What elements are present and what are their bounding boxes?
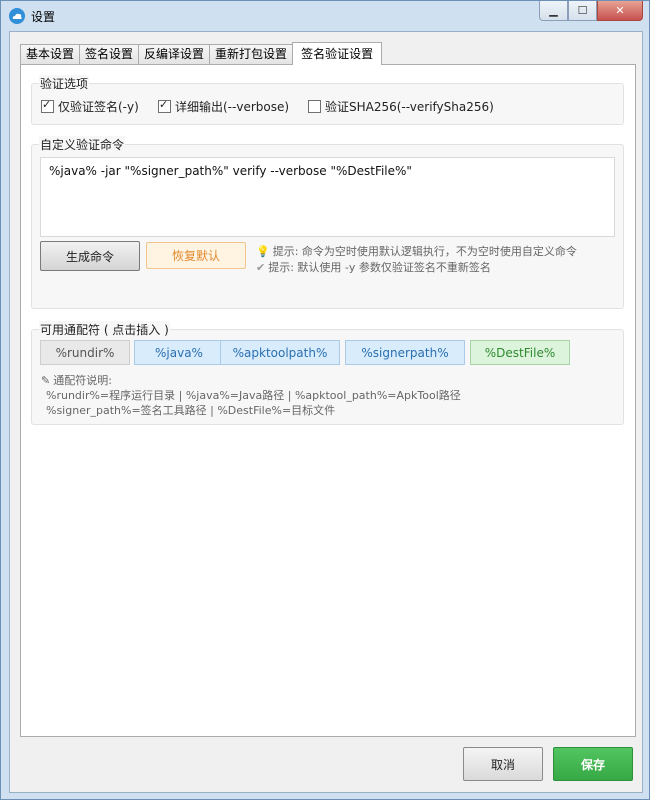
checkbox-unchecked-icon — [308, 100, 321, 113]
dialog-client-area: 基本设置 签名设置 反编译设置 重新打包设置 签名验证设置 验证选项 仅验证签名… — [9, 31, 643, 793]
checkbox-checked-icon — [158, 98, 171, 113]
cancel-label: 取消 — [490, 757, 515, 772]
window-title: 设置 — [31, 10, 56, 24]
tab-signature-verify-settings[interactable]: 签名验证设置 — [292, 42, 383, 65]
tab-basic-settings[interactable]: 基本设置 — [20, 44, 81, 64]
verify-options-title: 验证选项 — [39, 75, 90, 92]
tab-signing-settings[interactable]: 签名设置 — [79, 44, 140, 64]
custom-command-value: %java% -jar "%signer_path%" verify --ver… — [49, 164, 412, 178]
wildcard-legend-title: 通配符说明: — [53, 374, 112, 387]
custom-command-textarea[interactable]: %java% -jar "%signer_path%" verify --ver… — [40, 157, 615, 237]
wildcard-chip-java[interactable]: %java% — [134, 340, 224, 365]
verify-only-label: 仅验证签名(-y) — [58, 100, 139, 114]
verify-options-group: 验证选项 仅验证签名(-y) 详细输出(--verbose) 验证SHA256(… — [31, 75, 624, 125]
cancel-button[interactable]: 取消 — [463, 747, 543, 781]
wildcard-legend-line-2: %signer_path%=签名工具路径 | %DestFile%=目标文件 — [46, 404, 336, 417]
restore-default-label: 恢复默认 — [171, 249, 220, 263]
check-hint-icon: ✔ — [256, 260, 266, 274]
wildcards-title: 可用通配符 ( 点击插入 ) — [39, 321, 170, 338]
wildcard-chip-rundir[interactable]: %rundir% — [40, 340, 130, 365]
restore-default-button[interactable]: 恢复默认 — [146, 242, 246, 269]
cloud-app-icon — [9, 8, 25, 24]
tab-panel: 验证选项 仅验证签名(-y) 详细输出(--verbose) 验证SHA256(… — [20, 64, 636, 737]
title-bar[interactable]: 设置 ▁ ☐ ✕ — [1, 1, 649, 31]
wildcard-legend-line-1: %rundir%=程序运行目录 | %java%=Java路径 | %apkto… — [46, 389, 461, 402]
window-controls: ▁ ☐ ✕ — [539, 1, 643, 21]
maximize-button[interactable]: ☐ — [568, 1, 597, 21]
save-label: 保存 — [580, 757, 605, 772]
tab-repack-settings[interactable]: 重新打包设置 — [209, 44, 294, 64]
tab-strip: 基本设置 签名设置 反编译设置 重新打包设置 签名验证设置 — [20, 42, 383, 65]
minimize-icon: ▁ — [549, 4, 558, 17]
close-button[interactable]: ✕ — [597, 1, 643, 21]
verbose-checkbox[interactable]: 详细输出(--verbose) — [158, 98, 289, 115]
lightbulb-icon: 💡 — [256, 244, 270, 258]
verify-sha256-label: 验证SHA256(--verifySha256) — [325, 100, 494, 114]
edit-note-icon: ✎ — [41, 373, 51, 387]
hint-default-y: ✔ 提示: 默认使用 -y 参数仅验证签名不重新签名 — [256, 259, 491, 275]
hint-default-y-text: 提示: 默认使用 -y 参数仅验证签名不重新签名 — [268, 261, 491, 274]
verbose-label: 详细输出(--verbose) — [175, 100, 290, 114]
generate-command-button[interactable]: 生成命令 — [40, 241, 140, 271]
save-button[interactable]: 保存 — [553, 747, 633, 781]
generate-command-label: 生成命令 — [65, 249, 114, 264]
minimize-button[interactable]: ▁ — [539, 1, 568, 21]
wildcards-group: 可用通配符 ( 点击插入 ) %rundir% %java% %apktoolp… — [31, 321, 624, 425]
custom-command-title: 自定义验证命令 — [39, 136, 126, 153]
tab-decompile-settings[interactable]: 反编译设置 — [138, 44, 211, 64]
hint-empty-command-text: 提示: 命令为空时使用默认逻辑执行，不为空时使用自定义命令 — [272, 245, 577, 258]
wildcard-chip-apktoolpath[interactable]: %apktoolpath% — [220, 340, 340, 365]
custom-command-group: 自定义验证命令 %java% -jar "%signer_path%" veri… — [31, 136, 624, 309]
wildcard-chip-destfile[interactable]: %DestFile% — [470, 340, 570, 365]
hint-empty-command: 💡 提示: 命令为空时使用默认逻辑执行，不为空时使用自定义命令 — [256, 243, 577, 259]
wildcard-legend-title-row: ✎ 通配符说明: — [41, 372, 112, 388]
wildcard-chip-signerpath[interactable]: %signerpath% — [345, 340, 465, 365]
settings-window: 设置 ▁ ☐ ✕ 基本设置 签名设置 反编译设置 重新打包设置 签名验证设置 验… — [0, 0, 650, 800]
close-icon: ✕ — [615, 4, 625, 17]
verify-sha256-checkbox[interactable]: 验证SHA256(--verifySha256) — [308, 98, 494, 115]
verify-only-checkbox[interactable]: 仅验证签名(-y) — [41, 98, 139, 115]
checkbox-checked-icon — [41, 98, 54, 113]
maximize-icon: ☐ — [577, 4, 588, 17]
